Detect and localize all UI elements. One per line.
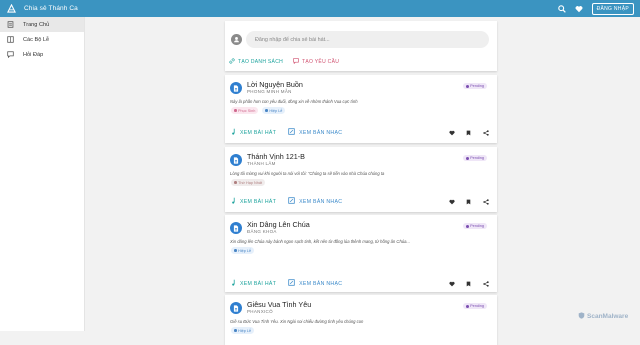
song-title[interactable]: Thánh Vịnh 121-B (247, 152, 305, 161)
song-card[interactable]: Giêsu Vua Tình Yêu PHANXICÔ Pending Giê … (225, 295, 497, 345)
sidebar: Trang Chủ Các Bộ Lễ Hỏi Đáp (0, 17, 85, 331)
view-sheet-button[interactable]: XEM BẢN NHẠC (288, 128, 342, 137)
sidebar-item-label: Các Bộ Lễ (23, 36, 50, 43)
sidebar-item-qa[interactable]: Hỏi Đáp (0, 47, 84, 62)
view-sheet-button[interactable]: XEM BẢN NHẠC (288, 197, 342, 206)
status-badge: Pending (462, 155, 487, 161)
watermark: ScanMalware (578, 312, 628, 321)
song-author: PHANXICÔ (247, 309, 273, 314)
view-song-button[interactable]: XEM BÀI HÁT (231, 279, 276, 288)
message-icon (293, 58, 299, 66)
song-title[interactable]: Lời Nguyện Buồn (247, 80, 303, 89)
link-icon (229, 58, 235, 66)
song-description: Xin dâng lên Chúa này bánh ngon sạch tin… (230, 239, 410, 244)
song-description: Này là phần hơn con yêu đuối, đòng xin v… (230, 99, 358, 104)
view-song-button[interactable]: XEM BÀI HÁT (231, 128, 276, 137)
song-card[interactable]: Thánh Vịnh 121-B THÀNH LÂM Pending Lòng … (225, 147, 497, 212)
status-dot-icon (465, 156, 469, 160)
like-heart-icon[interactable] (448, 280, 455, 287)
create-request-button[interactable]: TẠO YÊU CẦU (293, 58, 339, 66)
avatar (231, 34, 242, 45)
book-icon (6, 36, 14, 44)
create-list-label: TẠO DANH SÁCH (238, 59, 284, 65)
song-description: Giê su Đức Vua Tình Yêu. Xin Ngài soi ch… (230, 319, 364, 324)
tag-chip[interactable]: Hiệp Lễ (231, 247, 255, 254)
view-song-button[interactable]: XEM BÀI HÁT (231, 197, 276, 206)
main-feed: Đăng nhập để chia sẻ bài hát... TẠO DANH… (225, 17, 497, 345)
tag-dot-icon (234, 181, 237, 184)
share-song-input[interactable]: Đăng nhập để chia sẻ bài hát... (246, 31, 489, 48)
sidebar-item-home[interactable]: Trang Chủ (0, 17, 84, 32)
tag-dot-icon (234, 109, 237, 112)
like-heart-icon[interactable] (448, 198, 455, 205)
song-card[interactable]: Lời Nguyện Buồn PHONG MINH MẪN Pending N… (225, 75, 497, 143)
sheet-music-icon (288, 197, 295, 206)
tag-dot-icon (234, 249, 237, 252)
sidebar-item-label: Hỏi Đáp (23, 51, 44, 58)
view-sheet-button[interactable]: XEM BẢN NHẠC (288, 279, 342, 288)
song-author: THÀNH LÂM (247, 161, 276, 166)
song-title[interactable]: Xin Dâng Lên Chúa (247, 220, 310, 229)
song-description: Lòng tôi mừng vui khi người ta nói với t… (230, 171, 385, 176)
tag-chip[interactable]: Hiệp Lễ (262, 107, 286, 114)
status-dot-icon (465, 224, 469, 228)
status-badge: Pending (462, 303, 487, 309)
tag-chip[interactable]: Phục Sinh (231, 107, 259, 114)
status-badge: Pending (462, 223, 487, 229)
search-icon[interactable] (557, 4, 566, 13)
create-list-button[interactable]: TẠO DANH SÁCH (229, 58, 283, 66)
song-author: ĐĂNG KHOA (247, 229, 277, 234)
music-note-icon (231, 279, 236, 288)
scrollbar[interactable] (635, 17, 640, 331)
status-dot-icon (465, 304, 469, 308)
sheet-music-icon (288, 279, 295, 288)
chat-icon (6, 51, 14, 59)
document-icon (230, 222, 242, 234)
sidebar-item-ceremonies[interactable]: Các Bộ Lễ (0, 32, 84, 47)
favorites-heart-icon[interactable] (575, 5, 583, 13)
share-icon[interactable] (482, 129, 489, 136)
status-badge: Pending (462, 83, 487, 89)
bookmark-icon[interactable] (465, 129, 472, 136)
song-title[interactable]: Giêsu Vua Tình Yêu (247, 300, 311, 309)
composer-card: Đăng nhập để chia sẻ bài hát... TẠO DANH… (225, 21, 497, 71)
document-icon (230, 154, 242, 166)
music-note-icon (231, 128, 236, 137)
tag-dot-icon (265, 109, 268, 112)
like-heart-icon[interactable] (448, 129, 455, 136)
song-author: PHONG MINH MẪN (247, 89, 292, 94)
document-icon (230, 82, 242, 94)
home-icon (6, 21, 14, 29)
tag-chip[interactable]: Thờ Hạp Nhất (231, 179, 266, 186)
music-note-icon (231, 197, 236, 206)
share-icon[interactable] (482, 280, 489, 287)
status-dot-icon (465, 84, 469, 88)
app-title[interactable]: Chia sẻ Thánh Ca (24, 5, 78, 12)
sheet-music-icon (288, 128, 295, 137)
login-button[interactable]: ĐĂNG NHẬP (591, 2, 634, 15)
shield-icon (578, 312, 585, 321)
sidebar-item-label: Trang Chủ (23, 21, 50, 28)
create-request-label: TẠO YÊU CẦU (302, 59, 340, 65)
bookmark-icon[interactable] (465, 280, 472, 287)
share-icon[interactable] (482, 198, 489, 205)
bookmark-icon[interactable] (465, 198, 472, 205)
app-logo-icon[interactable] (6, 4, 16, 14)
document-icon (230, 302, 242, 314)
song-card[interactable]: Xin Dâng Lên Chúa ĐĂNG KHOA Pending Xin … (225, 215, 497, 292)
top-app-bar: Chia sẻ Thánh Ca ĐĂNG NHẬP (0, 0, 640, 17)
